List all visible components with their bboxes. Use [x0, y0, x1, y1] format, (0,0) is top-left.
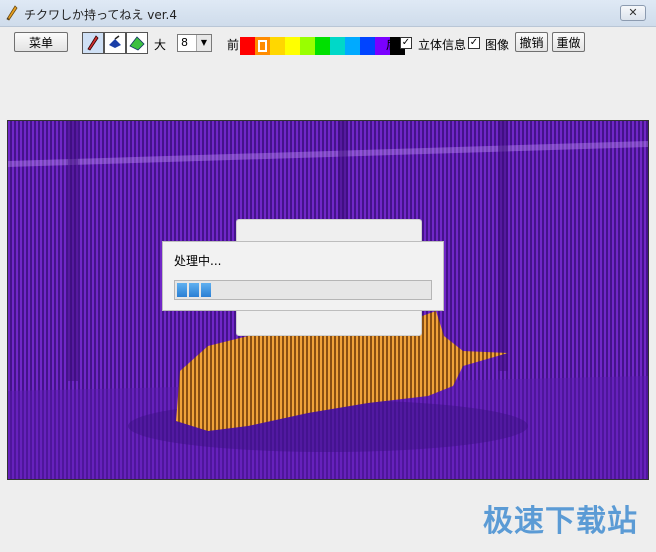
undo-button[interactable]: 撤销 — [515, 32, 548, 52]
color-swatch[interactable] — [330, 37, 345, 55]
eraser-icon — [129, 36, 145, 51]
back-color-label: 后 — [386, 38, 399, 52]
color-swatch[interactable] — [345, 37, 360, 55]
progress-bar — [174, 280, 432, 300]
image-checkbox[interactable]: ✓ — [468, 37, 480, 49]
redo-button[interactable]: 重做 — [552, 32, 585, 52]
eraser-tool-button[interactable] — [126, 32, 148, 54]
color-swatch[interactable] — [240, 37, 255, 55]
color-swatch[interactable] — [285, 37, 300, 55]
pencil-icon — [87, 35, 99, 51]
front-color-label: 前 — [227, 38, 240, 52]
size-select[interactable]: 8 ▼ — [177, 34, 212, 52]
close-button[interactable]: ✕ — [620, 5, 646, 21]
color-swatch[interactable] — [300, 37, 315, 55]
size-label: 大 — [154, 38, 167, 52]
pencil-tool-button[interactable] — [82, 32, 104, 54]
processing-dialog: 处理中... — [162, 241, 444, 311]
pencil-app-icon — [6, 5, 18, 21]
dropper-icon — [109, 35, 121, 48]
dropper-tool-button[interactable] — [104, 32, 126, 54]
watermark: 极速下载站 — [483, 504, 638, 539]
processing-message: 处理中... — [174, 254, 222, 268]
image-label: 图像 — [485, 38, 510, 52]
window-title: チクワしか持ってねえ ver.4 — [24, 8, 177, 22]
color-swatch[interactable] — [255, 37, 270, 55]
menu-button[interactable]: 菜单 — [14, 32, 68, 52]
chevron-down-icon[interactable]: ▼ — [196, 35, 211, 51]
color-palette — [240, 37, 405, 55]
progress-chunk — [189, 283, 199, 297]
color-swatch[interactable] — [315, 37, 330, 55]
toolbar: 菜单 大 8 ▼ 前 后 ✓ 立体信息 ✓ 图像 撤销 重做 — [0, 32, 656, 60]
title-bar: チクワしか持ってねえ ver.4 ✕ — [0, 0, 656, 27]
color-swatch[interactable] — [360, 37, 375, 55]
progress-fill — [177, 283, 211, 297]
progress-chunk — [177, 283, 187, 297]
stereo-label: 立体信息 — [418, 38, 467, 52]
progress-chunk — [201, 283, 211, 297]
size-value: 8 — [181, 36, 188, 49]
stereo-checkbox[interactable]: ✓ — [400, 37, 412, 49]
color-swatch[interactable] — [270, 37, 285, 55]
